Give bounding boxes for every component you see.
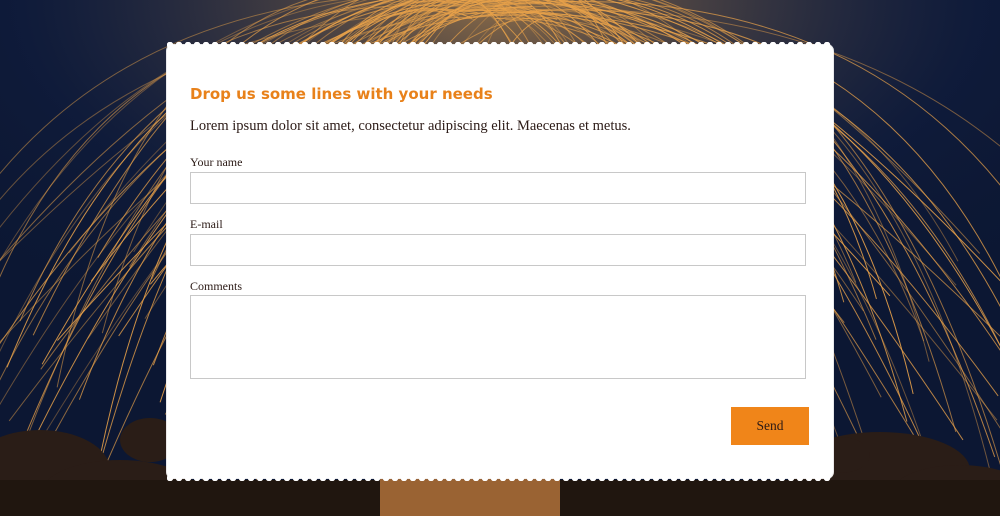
email-label: E-mail [190,217,223,231]
comments-textarea[interactable] [190,295,806,379]
contact-form-card: Drop us some lines with your needs Lorem… [167,42,833,481]
form-heading: Drop us some lines with your needs [190,85,493,103]
name-label: Your name [190,155,243,169]
name-input[interactable] [190,172,806,204]
send-button[interactable]: Send [731,407,809,445]
form-intro: Lorem ipsum dolor sit amet, consectetur … [190,118,631,134]
comments-label: Comments [190,279,243,293]
email-input[interactable] [190,234,806,266]
